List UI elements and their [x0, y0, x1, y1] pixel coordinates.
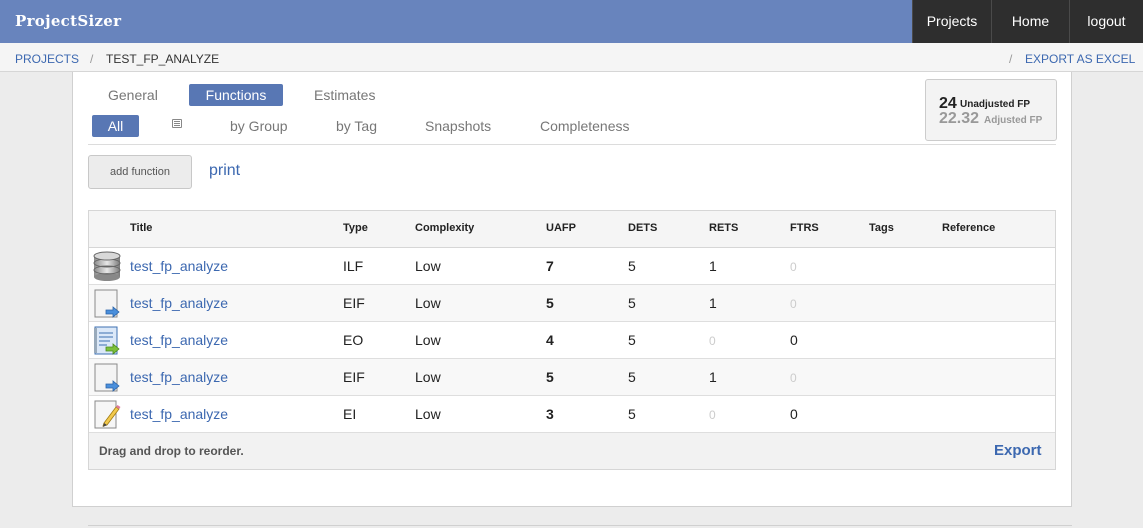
function-rets: 0: [709, 408, 716, 422]
function-uafp: 7: [546, 258, 554, 274]
function-uafp: 5: [546, 369, 554, 385]
add-function-button[interactable]: add function: [88, 155, 192, 189]
table-row[interactable]: test_fp_analyze EI Low 3 5 0 0: [89, 396, 1055, 433]
function-title-link[interactable]: test_fp_analyze: [130, 406, 228, 422]
function-type: ILF: [343, 258, 364, 274]
table-footer: Drag and drop to reorder. Export: [89, 433, 1055, 469]
function-dets: 5: [628, 295, 636, 311]
export-separator: /: [1009, 52, 1013, 66]
nav-logout[interactable]: logout: [1069, 0, 1143, 43]
function-complexity: Low: [415, 258, 441, 274]
col-ftrs[interactable]: FTRS: [790, 222, 819, 234]
function-uafp: 5: [546, 295, 554, 311]
breadcrumb-current: TEST_FP_ANALYZE: [106, 52, 220, 66]
function-complexity: Low: [415, 295, 441, 311]
tab-general[interactable]: General: [108, 87, 158, 103]
function-type: EIF: [343, 295, 365, 311]
function-type: EI: [343, 406, 357, 422]
tab-estimates[interactable]: Estimates: [314, 87, 375, 103]
function-dets: 5: [628, 369, 636, 385]
function-ftrs: 0: [790, 406, 798, 422]
tab-divider: [88, 144, 1056, 145]
nav-home[interactable]: Home: [991, 0, 1069, 43]
function-type: EIF: [343, 369, 365, 385]
function-complexity: Low: [415, 406, 441, 422]
unadjusted-fp-label: Unadjusted FP: [960, 99, 1031, 110]
subtab-snapshots[interactable]: Snapshots: [425, 118, 491, 134]
function-title-link[interactable]: test_fp_analyze: [130, 369, 228, 385]
col-tags[interactable]: Tags: [869, 222, 894, 234]
function-dets: 5: [628, 406, 636, 422]
function-ftrs: 0: [790, 297, 797, 311]
function-title-link[interactable]: test_fp_analyze: [130, 258, 228, 274]
function-ftrs: 0: [790, 371, 797, 385]
function-title-link[interactable]: test_fp_analyze: [130, 295, 228, 311]
adjusted-fp-label: Adjusted FP: [984, 115, 1043, 126]
breadcrumb: PROJECTS / TEST_FP_ANALYZE / EXPORT AS E…: [0, 43, 1143, 72]
col-type[interactable]: Type: [343, 222, 368, 234]
reorder-hint: Drag and drop to reorder.: [99, 444, 244, 458]
subtab-all[interactable]: All: [92, 115, 139, 137]
function-ftrs: 0: [790, 332, 798, 348]
table-header: Title Type Complexity UAFP DETS RETS FTR…: [89, 211, 1055, 248]
subtab-by-tag[interactable]: by Tag: [336, 118, 377, 134]
function-uafp: 3: [546, 406, 554, 422]
table-row[interactable]: test_fp_analyze EIF Low 5 5 1 0: [89, 285, 1055, 322]
external-interface-icon: [92, 288, 122, 319]
function-complexity: Low: [415, 332, 441, 348]
function-rets: 0: [709, 334, 716, 348]
function-ftrs: 0: [790, 260, 797, 274]
tab-functions[interactable]: Functions: [189, 84, 283, 106]
col-reference[interactable]: Reference: [942, 222, 995, 234]
breadcrumb-projects-link[interactable]: PROJECTS: [15, 52, 79, 66]
lower-panel-edge: [88, 525, 1072, 526]
table-row[interactable]: test_fp_analyze ILF Low 7 5 1 0: [89, 248, 1055, 285]
print-link[interactable]: print: [209, 162, 240, 180]
function-uafp: 4: [546, 332, 554, 348]
function-rets: 1: [709, 258, 717, 274]
top-nav: Projects Home logout: [912, 0, 1143, 43]
function-rets: 1: [709, 295, 717, 311]
brand-logo[interactable]: ProjectSizer: [15, 12, 121, 30]
function-dets: 5: [628, 258, 636, 274]
functions-table: Title Type Complexity UAFP DETS RETS FTR…: [88, 210, 1056, 470]
col-dets[interactable]: DETS: [628, 222, 657, 234]
function-complexity: Low: [415, 369, 441, 385]
col-complexity[interactable]: Complexity: [415, 222, 474, 234]
function-type: EO: [343, 332, 364, 348]
external-output-icon: [92, 325, 122, 356]
export-button[interactable]: Export: [994, 442, 1042, 459]
nav-projects[interactable]: Projects: [912, 0, 991, 43]
function-title-link[interactable]: test_fp_analyze: [130, 332, 228, 348]
top-bar: ProjectSizer Projects Home logout: [0, 0, 1143, 43]
database-icon: [92, 251, 122, 282]
external-interface-icon: [92, 362, 122, 393]
col-rets[interactable]: RETS: [709, 222, 738, 234]
function-rets: 1: [709, 369, 717, 385]
table-row[interactable]: test_fp_analyze EIF Low 5 5 1 0: [89, 359, 1055, 396]
function-dets: 5: [628, 332, 636, 348]
col-uafp[interactable]: UAFP: [546, 222, 576, 234]
table-row[interactable]: test_fp_analyze EO Low 4 5 0 0: [89, 322, 1055, 359]
breadcrumb-separator: /: [90, 52, 94, 66]
fp-summary-box: 24 Unadjusted FP 22.32 Adjusted FP: [925, 79, 1057, 141]
subtab-completeness[interactable]: Completeness: [540, 118, 630, 134]
adjusted-fp-value: 22.32: [939, 110, 980, 127]
external-input-icon: [92, 399, 122, 430]
col-title[interactable]: Title: [130, 222, 152, 234]
export-excel-link[interactable]: EXPORT AS EXCEL: [1025, 52, 1135, 66]
list-view-icon[interactable]: [172, 119, 182, 128]
subtab-by-group[interactable]: by Group: [230, 118, 288, 134]
